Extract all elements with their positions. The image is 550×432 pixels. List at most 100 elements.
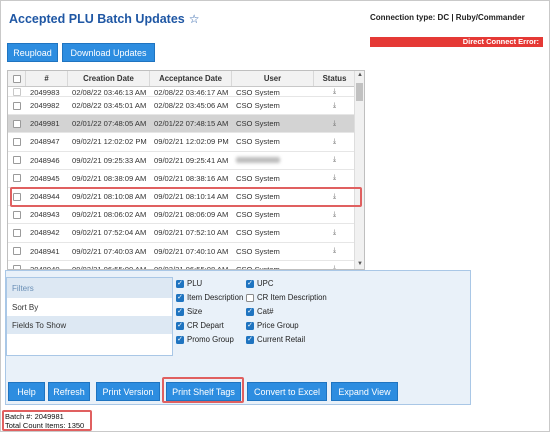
row-status: ⤓ — [314, 206, 355, 223]
print-shelf-tags-highlight — [162, 377, 244, 403]
table-row[interactable]: 2048940 09/02/21 06:55:00 AM 09/02/21 06:5… — [8, 261, 355, 270]
row-batch-number: 2049982 — [30, 101, 60, 111]
row-checkbox[interactable] — [13, 119, 21, 128]
row-status: ⤓ — [314, 261, 355, 269]
checked-checkbox-icon[interactable]: ✓ — [246, 307, 254, 316]
row-creation-date: 09/02/21 08:38:09 AM — [72, 173, 147, 183]
download-status-icon[interactable]: ⤓ — [331, 174, 338, 182]
row-acceptance-date: 09/02/21 09:25:41 AM — [154, 155, 229, 165]
table-row[interactable]: 2048942 09/02/21 07:52:04 AM 09/02/21 07:5… — [8, 224, 355, 243]
table-row[interactable]: 2048943 09/02/21 08:06:02 AM 09/02/21 08:0… — [8, 206, 355, 225]
field-option[interactable]: ✓ CR Depart — [176, 321, 224, 330]
checked-checkbox-icon[interactable]: ✓ — [176, 321, 184, 330]
reupload-button[interactable]: Reupload — [7, 43, 58, 62]
table-row[interactable]: 2048945 09/02/21 08:38:09 AM 09/02/21 08:3… — [8, 170, 355, 188]
expand-view-button[interactable]: Expand View — [331, 382, 398, 401]
field-option[interactable]: ✓ Price Group — [246, 321, 299, 330]
row-checkbox[interactable] — [13, 228, 21, 237]
checked-checkbox-icon[interactable]: ✓ — [176, 293, 184, 302]
grid-vertical-scrollbar[interactable]: ▲ ▼ — [354, 71, 364, 269]
row-checkbox[interactable] — [13, 247, 21, 256]
field-option-label: PLU — [187, 279, 203, 288]
row-user: CSO System — [236, 101, 280, 111]
table-row[interactable]: 2049982 02/08/22 03:45:01 AM 02/08/22 03:4… — [8, 97, 355, 116]
selected-row-highlight — [10, 187, 362, 207]
table-row[interactable]: 2049981 02/01/22 07:48:05 AM 02/01/22 07:4… — [8, 115, 355, 134]
field-option[interactable]: ✓ PLU — [176, 279, 202, 288]
checked-checkbox-icon[interactable]: ✓ — [176, 279, 184, 288]
row-checkbox[interactable] — [13, 174, 21, 183]
checked-checkbox-icon[interactable]: ✓ — [246, 279, 254, 288]
row-status: ⤓ — [314, 97, 355, 114]
table-row[interactable]: 2048941 09/02/21 07:40:03 AM 09/02/21 07:4… — [8, 243, 355, 261]
row-batch-number: 2048947 — [30, 137, 60, 147]
row-status: ⤓ — [314, 133, 355, 150]
download-status-icon[interactable]: ⤓ — [331, 229, 338, 237]
field-option[interactable]: ✓ Size — [176, 307, 202, 316]
row-checkbox[interactable] — [13, 101, 21, 110]
field-option-label: Price Group — [257, 321, 299, 330]
row-creation-date: 02/08/22 03:45:01 AM — [72, 101, 147, 111]
checked-checkbox-icon[interactable]: ✓ — [246, 321, 254, 330]
select-all-checkbox[interactable] — [12, 74, 21, 83]
row-user: CSO System — [236, 173, 280, 183]
column-header-user[interactable]: User — [232, 71, 314, 86]
row-acceptance-date: 09/02/21 06:55:08 AM — [154, 264, 229, 270]
row-user: CSO System — [236, 246, 280, 256]
page-title-text: Accepted PLU Batch Updates — [9, 12, 185, 26]
row-batch-number: 2048942 — [30, 228, 60, 238]
field-option[interactable]: ✓ UPC — [246, 279, 273, 288]
row-checkbox[interactable] — [13, 210, 21, 219]
field-option[interactable]: ✓ Item Description — [176, 293, 243, 302]
row-checkbox[interactable] — [13, 88, 21, 96]
field-option[interactable]: CR Item Description — [246, 293, 327, 302]
download-updates-button[interactable]: Download Updates — [62, 43, 155, 62]
row-creation-date: 09/02/21 07:52:04 AM — [72, 228, 147, 238]
column-header-status[interactable]: Status — [314, 71, 355, 86]
filter-menu-sort-by[interactable]: Sort By — [7, 298, 172, 316]
scroll-up-arrow-icon[interactable]: ▲ — [355, 71, 364, 80]
column-header-acceptance-date[interactable]: Acceptance Date — [150, 71, 232, 86]
row-checkbox[interactable] — [13, 156, 21, 165]
unchecked-checkbox-icon[interactable] — [246, 293, 254, 302]
field-option[interactable]: ✓ Promo Group — [176, 335, 234, 344]
row-user: CSO System — [236, 137, 280, 147]
row-creation-date: 09/02/21 12:02:02 PM — [72, 137, 147, 147]
row-batch-number: 2048941 — [30, 246, 60, 256]
connection-type: Connection type: DC | Ruby/Commander — [370, 13, 525, 22]
field-option-label: Cat# — [257, 307, 274, 316]
table-row[interactable]: 2049983 02/08/22 03:46:13 AM 02/08/22 03:4… — [8, 88, 355, 97]
row-creation-date: 09/02/21 07:40:03 AM — [72, 246, 147, 256]
download-status-icon[interactable]: ⤓ — [331, 88, 338, 96]
print-version-button[interactable]: Print Version — [96, 382, 160, 401]
scrollbar-thumb[interactable] — [356, 83, 363, 101]
checked-checkbox-icon[interactable]: ✓ — [176, 335, 184, 344]
checked-checkbox-icon[interactable]: ✓ — [176, 307, 184, 316]
row-checkbox[interactable] — [13, 137, 21, 146]
favorite-star-icon[interactable]: ☆ — [189, 12, 200, 26]
table-row[interactable]: 2048947 09/02/21 12:02:02 PM 09/02/21 12:0… — [8, 133, 355, 152]
field-option[interactable]: ✓ Current Retail — [246, 335, 305, 344]
refresh-button[interactable]: Refresh — [48, 382, 90, 401]
table-row[interactable]: 2048946 09/02/21 09:25:33 AM 09/02/21 09:2… — [8, 152, 355, 170]
checked-checkbox-icon[interactable]: ✓ — [246, 335, 254, 344]
scroll-down-arrow-icon[interactable]: ▼ — [355, 260, 364, 269]
row-select-cell — [8, 115, 26, 132]
column-header-number[interactable]: # — [26, 71, 68, 86]
download-status-icon[interactable]: ⤓ — [331, 138, 338, 146]
row-acceptance-date: 02/01/22 07:48:15 AM — [154, 119, 229, 129]
column-header-creation-date[interactable]: Creation Date — [68, 71, 150, 86]
field-option[interactable]: ✓ Cat# — [246, 307, 273, 316]
download-status-icon[interactable]: ⤓ — [331, 247, 338, 255]
download-status-icon[interactable]: ⤓ — [331, 120, 338, 128]
convert-to-excel-button[interactable]: Convert to Excel — [247, 382, 327, 401]
field-option-label: Size — [187, 307, 203, 316]
batch-number: Batch #: 2049981 — [5, 412, 64, 421]
row-select-cell — [8, 97, 26, 114]
filter-menu-fields-to-show[interactable]: Fields To Show — [7, 316, 172, 334]
download-status-icon[interactable]: ⤓ — [331, 211, 338, 219]
download-status-icon[interactable]: ⤓ — [331, 156, 338, 164]
help-button[interactable]: Help — [8, 382, 45, 401]
download-status-icon[interactable]: ⤓ — [331, 102, 338, 110]
row-acceptance-date: 09/02/21 07:40:10 AM — [154, 246, 229, 256]
